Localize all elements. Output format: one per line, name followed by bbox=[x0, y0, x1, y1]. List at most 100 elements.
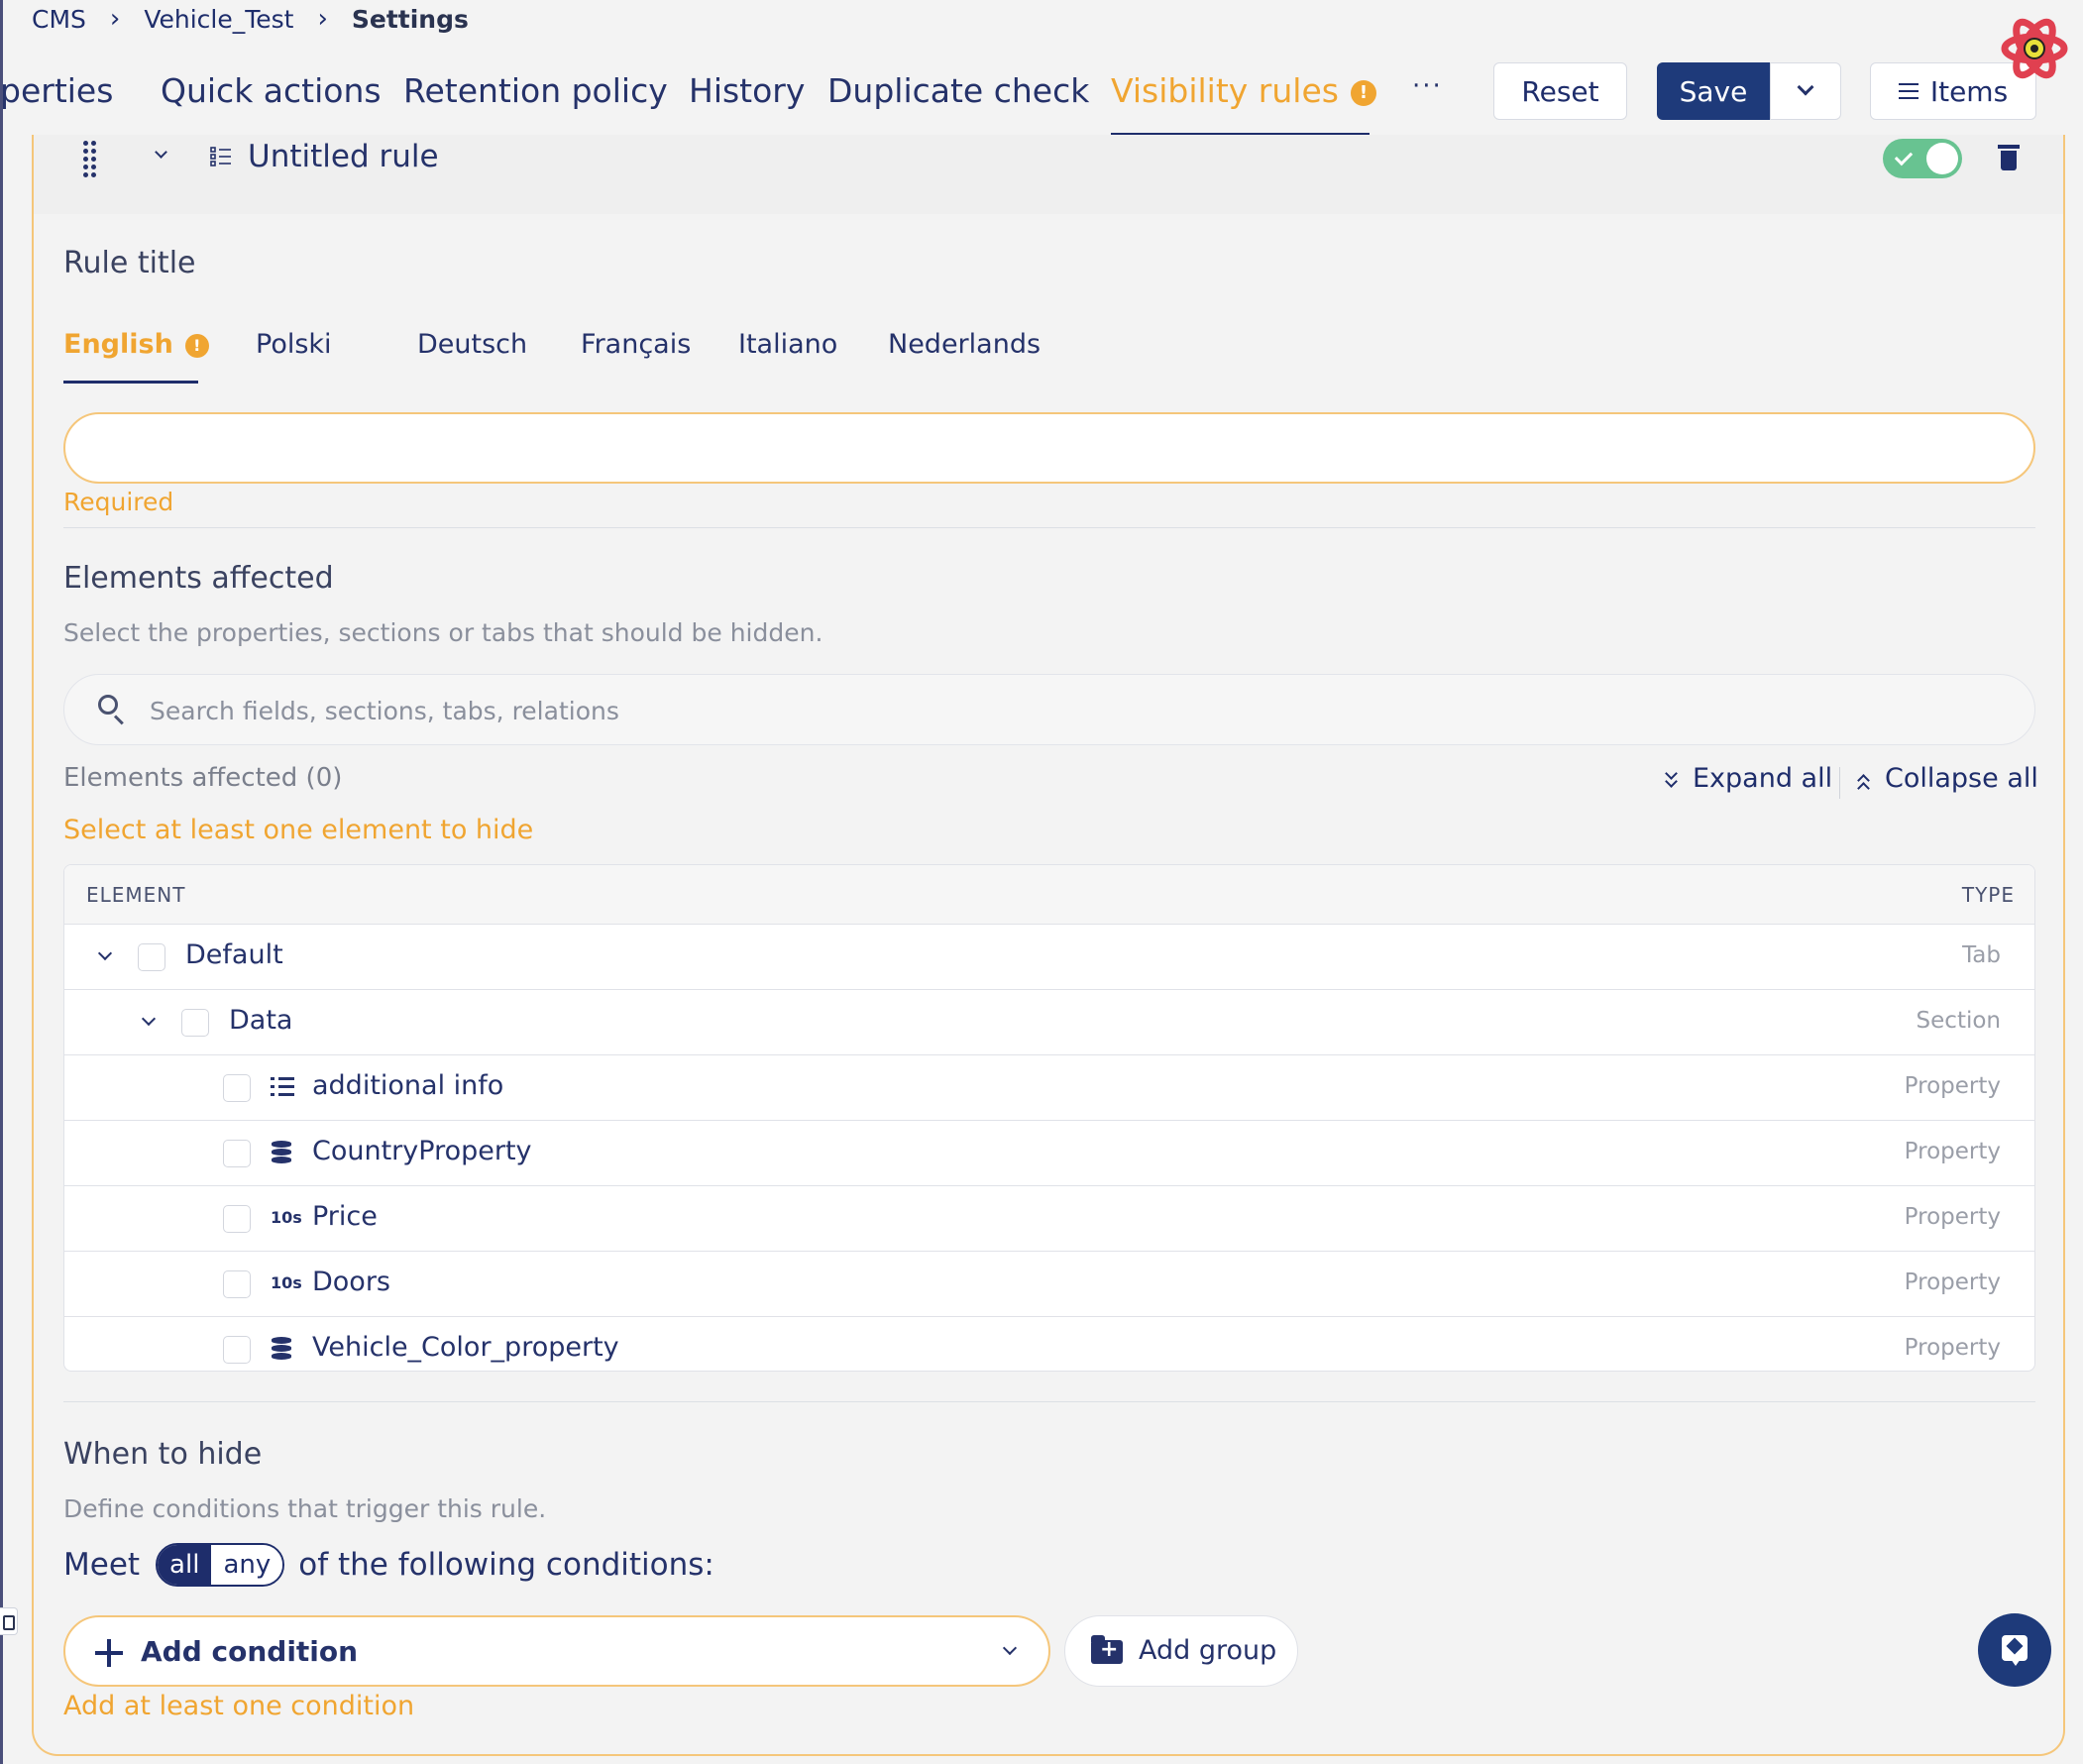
table-row[interactable]: 10s Price Property bbox=[64, 1186, 2034, 1252]
add-group-button[interactable]: Add group bbox=[1064, 1615, 1298, 1687]
rule-list-icon bbox=[210, 147, 231, 166]
elements-affected-count: Elements affected (0) bbox=[63, 763, 343, 793]
tab-language-nederlands[interactable]: Nederlands bbox=[888, 329, 1041, 360]
element-name: Data bbox=[229, 1005, 293, 1036]
chevron-down-icon bbox=[1002, 1640, 1018, 1656]
rule-header: Untitled rule bbox=[34, 135, 2063, 214]
table-row[interactable]: Vehicle_Color_property Property bbox=[64, 1317, 2034, 1371]
search-icon bbox=[98, 695, 124, 725]
rule-name: Untitled rule bbox=[248, 139, 439, 174]
rule-title-error: Required bbox=[63, 488, 174, 516]
help-chat-button[interactable] bbox=[1978, 1613, 2051, 1687]
add-group-label: Add group bbox=[1139, 1635, 1277, 1666]
table-row[interactable]: CountryProperty Property bbox=[64, 1121, 2034, 1186]
list-icon bbox=[1898, 83, 1919, 99]
tab-language-italiano[interactable]: Italiano bbox=[738, 329, 837, 360]
visibility-rule-panel: Untitled rule Rule title English! Polski… bbox=[32, 135, 2065, 1756]
folder-plus-icon bbox=[1091, 1635, 1123, 1664]
expand-all-label: Expand all bbox=[1693, 763, 1833, 794]
tab-visibility-rules-label: Visibility rules bbox=[1111, 71, 1339, 110]
more-tabs-button[interactable]: ··· bbox=[1412, 71, 1443, 101]
element-type: Property bbox=[1904, 1139, 2001, 1164]
tab-language-english[interactable]: English! bbox=[63, 329, 209, 360]
collapse-all-button[interactable]: Collapse all bbox=[1857, 763, 2038, 795]
tab-language-polski[interactable]: Polski bbox=[256, 329, 332, 360]
tab-language-deutsch[interactable]: Deutsch bbox=[417, 329, 527, 360]
tab-quick-actions[interactable]: Quick actions bbox=[161, 71, 382, 110]
row-checkbox[interactable] bbox=[223, 1336, 251, 1364]
meet-suffix: of the following conditions: bbox=[298, 1547, 714, 1583]
breadcrumb-current: Settings bbox=[351, 4, 469, 34]
breadcrumb-item-cms[interactable]: CMS bbox=[32, 5, 86, 34]
toggle-knob bbox=[1926, 143, 1958, 174]
element-type: Property bbox=[1904, 1073, 2001, 1099]
row-checkbox[interactable] bbox=[138, 943, 165, 971]
row-checkbox[interactable] bbox=[223, 1270, 251, 1298]
delete-rule-icon[interactable] bbox=[1998, 145, 2020, 170]
reset-button[interactable]: Reset bbox=[1493, 62, 1627, 120]
save-options-button[interactable] bbox=[1770, 62, 1841, 120]
table-row[interactable]: additional info Property bbox=[64, 1055, 2034, 1121]
number-icon: 10s bbox=[271, 1273, 302, 1292]
warning-icon: ! bbox=[1350, 79, 1376, 106]
number-icon: 10s bbox=[271, 1208, 302, 1227]
tab-visibility-rules[interactable]: Visibility rules! bbox=[1111, 71, 1376, 110]
rule-title-label: Rule title bbox=[63, 246, 196, 280]
match-all-option[interactable]: all bbox=[158, 1545, 212, 1585]
elements-search-input[interactable] bbox=[150, 691, 1993, 730]
divider bbox=[63, 527, 2035, 528]
collapse-rule-chevron-icon[interactable] bbox=[155, 146, 167, 159]
elements-table: ELEMENT TYPE Default Tab Data Section ad… bbox=[63, 864, 2035, 1372]
row-checkbox[interactable] bbox=[223, 1205, 251, 1233]
column-header-element: ELEMENT bbox=[86, 883, 186, 907]
tab-retention-policy[interactable]: Retention policy bbox=[403, 71, 668, 110]
tab-history[interactable]: History bbox=[689, 71, 805, 110]
table-header: ELEMENT TYPE bbox=[64, 865, 2034, 925]
plus-icon bbox=[95, 1639, 123, 1667]
items-button-label: Items bbox=[1929, 74, 2009, 108]
chevron-right-icon: › bbox=[109, 4, 121, 34]
element-name: Price bbox=[312, 1201, 378, 1232]
chevrons-up-icon bbox=[1857, 772, 1871, 795]
row-checkbox[interactable] bbox=[223, 1074, 251, 1102]
list-icon bbox=[271, 1075, 294, 1099]
expand-all-button[interactable]: Expand all bbox=[1665, 763, 1832, 794]
save-button[interactable]: Save bbox=[1657, 62, 1770, 120]
tab-language-english-label: English bbox=[63, 329, 173, 360]
add-condition-label: Add condition bbox=[141, 1635, 359, 1668]
chevron-down-icon[interactable] bbox=[97, 945, 113, 961]
table-row[interactable]: Data Section bbox=[64, 990, 2034, 1055]
add-condition-dropdown[interactable]: Add condition bbox=[63, 1615, 1050, 1687]
divider bbox=[1839, 767, 1840, 799]
chevron-right-icon: › bbox=[317, 4, 328, 34]
rule-title-input[interactable] bbox=[63, 412, 2035, 484]
chevrons-down-icon bbox=[1665, 766, 1679, 788]
database-icon bbox=[271, 1337, 294, 1361]
left-edge bbox=[0, 0, 3, 1764]
drag-handle-icon[interactable] bbox=[83, 137, 99, 177]
table-row[interactable]: Default Tab bbox=[64, 925, 2034, 990]
tab-language-francais[interactable]: Français bbox=[581, 329, 691, 360]
react-devtools-icon[interactable] bbox=[2000, 14, 2069, 83]
active-language-indicator bbox=[63, 381, 198, 384]
breadcrumb-item-vehicle-test[interactable]: Vehicle_Test bbox=[144, 5, 293, 34]
element-type: Section bbox=[1916, 1008, 2001, 1034]
element-type: Property bbox=[1904, 1335, 2001, 1361]
collapse-all-label: Collapse all bbox=[1885, 763, 2038, 794]
chevron-down-icon[interactable] bbox=[141, 1011, 157, 1027]
element-type: Property bbox=[1904, 1204, 2001, 1230]
elements-error: Select at least one element to hide bbox=[63, 815, 534, 845]
table-row[interactable]: 10s Doors Property bbox=[64, 1252, 2034, 1317]
when-to-hide-description: Define conditions that trigger this rule… bbox=[63, 1494, 547, 1523]
warning-icon: ! bbox=[184, 333, 209, 358]
match-any-option[interactable]: any bbox=[211, 1545, 283, 1585]
meet-prefix: Meet bbox=[63, 1547, 141, 1583]
rule-enabled-toggle[interactable] bbox=[1883, 139, 1962, 178]
element-name: CountryProperty bbox=[312, 1136, 532, 1166]
when-to-hide-heading: When to hide bbox=[63, 1437, 263, 1472]
tab-properties[interactable]: perties bbox=[0, 71, 113, 110]
tab-duplicate-check[interactable]: Duplicate check bbox=[827, 71, 1089, 110]
row-checkbox[interactable] bbox=[223, 1140, 251, 1167]
sidebar-toggle-icon[interactable] bbox=[0, 1607, 18, 1635]
row-checkbox[interactable] bbox=[181, 1009, 209, 1037]
